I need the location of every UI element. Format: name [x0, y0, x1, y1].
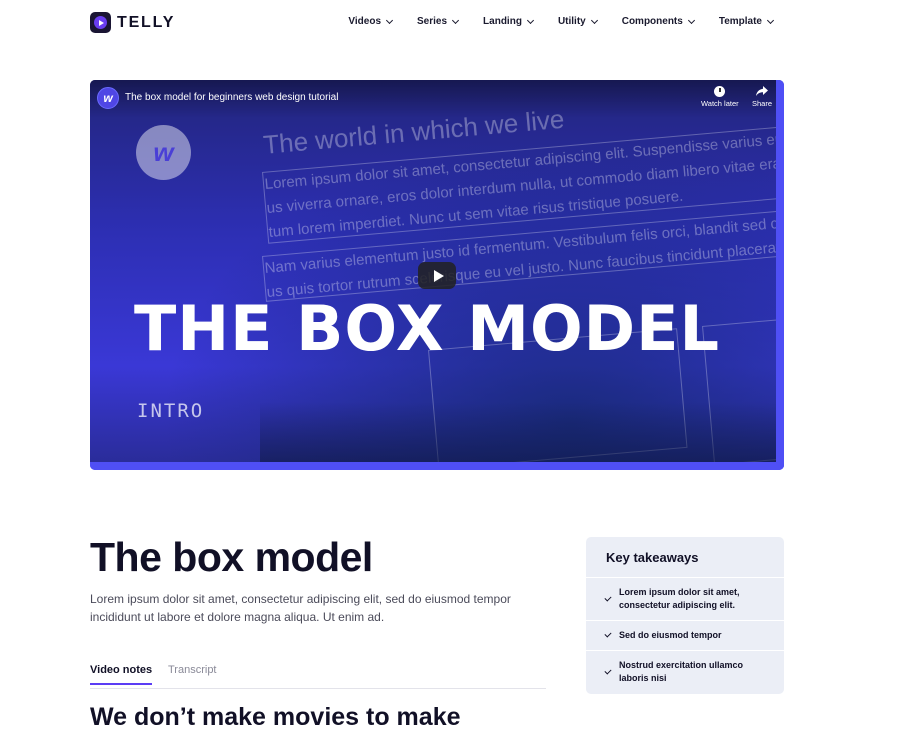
menu-item-template[interactable]: Template [718, 16, 775, 27]
video-border [90, 462, 784, 470]
menu-label: Components [621, 16, 683, 27]
video-border [776, 80, 784, 470]
tab-transcript[interactable]: Transcript [168, 664, 217, 676]
content-tabs: Video notes Transcript [90, 664, 546, 689]
video-player[interactable]: The world in which we live Lorem ipsum d… [90, 80, 784, 470]
webflow-logo-icon: w [136, 125, 191, 180]
watch-later-button[interactable]: Watch later [701, 86, 739, 108]
check-icon [604, 594, 612, 602]
check-icon [604, 630, 612, 638]
thumbnail-title: THE BOX MODEL [134, 292, 720, 365]
chevron-down-icon [687, 16, 695, 24]
page-title: The box model [90, 534, 373, 580]
brand-logo[interactable]: TELLY [90, 12, 175, 33]
play-logo-icon [90, 12, 111, 33]
thumbnail-subtitle: INTRO [137, 400, 205, 422]
play-icon [433, 269, 444, 282]
tab-video-notes[interactable]: Video notes [90, 664, 153, 685]
chevron-down-icon [766, 16, 775, 24]
share-icon [756, 86, 768, 96]
takeaway-item: Sed do eiusmod tempor [586, 620, 784, 650]
page-lead: Lorem ipsum dolor sit amet, consectetur … [90, 592, 511, 624]
menu-label: Landing [483, 16, 522, 27]
takeaway-text: Sed do eiusmod tempor [619, 630, 722, 640]
menu-item-videos[interactable]: Videos [348, 16, 394, 27]
menu-label: Series [417, 16, 448, 27]
key-takeaways-card: Key takeaways Lorem ipsum dolor sit amet… [586, 537, 784, 694]
menu-label: Utility [557, 16, 586, 27]
key-takeaways-title: Key takeaways [606, 550, 699, 565]
video-thumbnail: The world in which we live Lorem ipsum d… [90, 80, 784, 470]
takeaway-item: Nostrud exercitation ullamco laboris nis… [586, 650, 784, 694]
menu-label: Template [718, 16, 762, 27]
section-heading: We don’t make movies to make [90, 703, 461, 731]
main-menu: Videos Series Landing Utility Components… [348, 16, 775, 27]
share-button[interactable]: Share [752, 86, 772, 108]
top-nav: TELLY Videos Series Landing Utility Comp… [0, 0, 900, 46]
chevron-down-icon [526, 16, 534, 24]
menu-item-utility[interactable]: Utility [557, 16, 598, 27]
share-label: Share [752, 99, 773, 108]
chevron-down-icon [452, 16, 460, 24]
chevron-down-icon [590, 16, 598, 24]
channel-avatar[interactable]: w [97, 87, 119, 109]
takeaway-item: Lorem ipsum dolor sit amet, consectetur … [586, 577, 784, 620]
menu-item-landing[interactable]: Landing [483, 16, 534, 27]
brand-name: TELLY [117, 13, 176, 31]
clock-icon [714, 86, 726, 97]
menu-item-series[interactable]: Series [417, 16, 460, 27]
landscape-silhouette [260, 402, 776, 462]
takeaway-text: Lorem ipsum dolor sit amet, consectetur … [619, 587, 740, 610]
check-icon [604, 667, 612, 675]
menu-label: Videos [348, 16, 382, 27]
play-button[interactable] [418, 262, 456, 289]
watch-later-label: Watch later [701, 99, 739, 108]
video-title[interactable]: The box model for beginners web design t… [125, 92, 338, 103]
chevron-down-icon [385, 16, 394, 24]
menu-item-components[interactable]: Components [621, 16, 695, 27]
takeaway-text: Nostrud exercitation ullamco laboris nis… [619, 660, 744, 683]
